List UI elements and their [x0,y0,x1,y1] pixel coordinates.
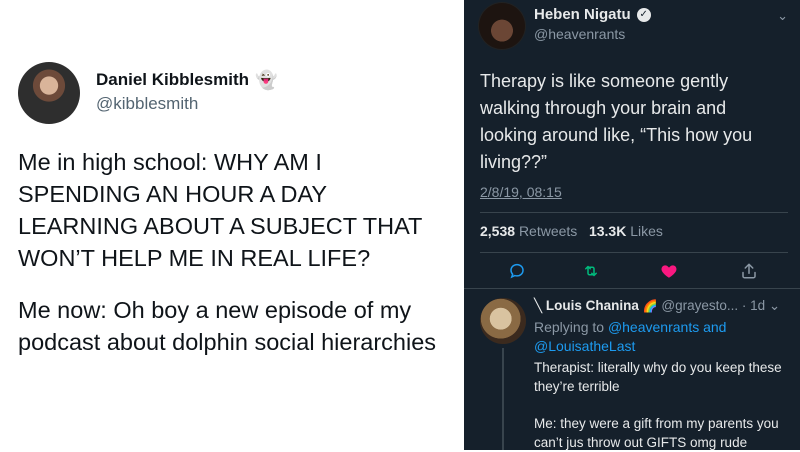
author-name[interactable]: Heben Nigatu [534,6,631,23]
reply-text: Therapist: literally why do you keep the… [534,358,790,452]
engagement-stats: 2,538 Retweets 13.3K Likes [480,223,663,239]
divider [464,288,800,289]
retweet-label[interactable]: Retweets [519,223,577,239]
share-icon [742,263,756,279]
tweet-text: Therapy is like someone gently walking t… [480,71,753,172]
reply-handle-time[interactable]: @grayesto... · 1d [661,298,765,313]
tweet-text-paragraph-1: Me in high school: WHY AM I SPENDING AN … [18,149,422,271]
reply-button[interactable] [504,258,530,284]
author-handle[interactable]: @kibblesmith [96,94,198,114]
tweet-timestamp[interactable]: 2/8/19, 08:15 [480,184,562,200]
author-handle[interactable]: @heavenrants [534,26,625,42]
author-name[interactable]: Daniel Kibblesmith [96,70,249,90]
reply-icon [510,263,524,279]
thread-line [502,348,504,450]
rainbow-emoji-icon: 🌈 [642,299,658,313]
heart-icon [661,265,677,278]
retweet-button[interactable] [578,258,604,284]
retweet-count[interactable]: 2,538 [480,223,515,239]
divider [480,252,788,253]
reply-author-row: ╲ Louis Chanina 🌈 @grayesto... · 1d ⌄ [534,298,780,314]
avatar[interactable] [18,62,80,124]
avatar[interactable] [479,3,525,49]
replying-to: Replying to @heavenrants and @LouisatheL… [534,318,784,356]
mention-link[interactable]: @heavenrants [608,319,699,335]
reply-author-name[interactable]: Louis Chanina [546,298,639,313]
reply-avatar[interactable] [480,298,526,344]
like-label[interactable]: Likes [630,223,663,239]
verified-badge-icon: ✓ [636,7,651,22]
action-bar [494,258,774,284]
tweet-text-paragraph-2: Me now: Oh boy a new episode of my podca… [18,297,437,355]
retweet-mark-icon: ╲ [534,298,543,313]
mention-link[interactable]: @LouisatheLast [534,338,635,354]
like-count[interactable]: 13.3K [589,223,626,239]
author-row: Daniel Kibblesmith 👻 [96,70,277,90]
chevron-down-icon[interactable]: ⌄ [777,8,788,24]
chevron-down-icon[interactable]: ⌄ [769,298,780,313]
retweet-icon [585,265,597,277]
replying-prefix: Replying to [534,319,605,335]
share-button[interactable] [736,258,762,284]
right-tweet-card: Heben Nigatu ✓ @heavenrants ⌄ Therapy is… [464,0,800,450]
reply-line-1: Therapist: literally why do you keep the… [534,360,782,394]
left-tweet-card: Daniel Kibblesmith 👻 @kibblesmith Me in … [0,0,464,450]
and-word: and [703,319,727,335]
ghost-emoji-icon: 👻 [255,70,278,90]
like-button[interactable] [656,258,682,284]
divider [480,212,788,213]
reply-line-2: Me: they were a gift from my parents you… [534,416,779,450]
author-row: Heben Nigatu ✓ [534,6,651,23]
